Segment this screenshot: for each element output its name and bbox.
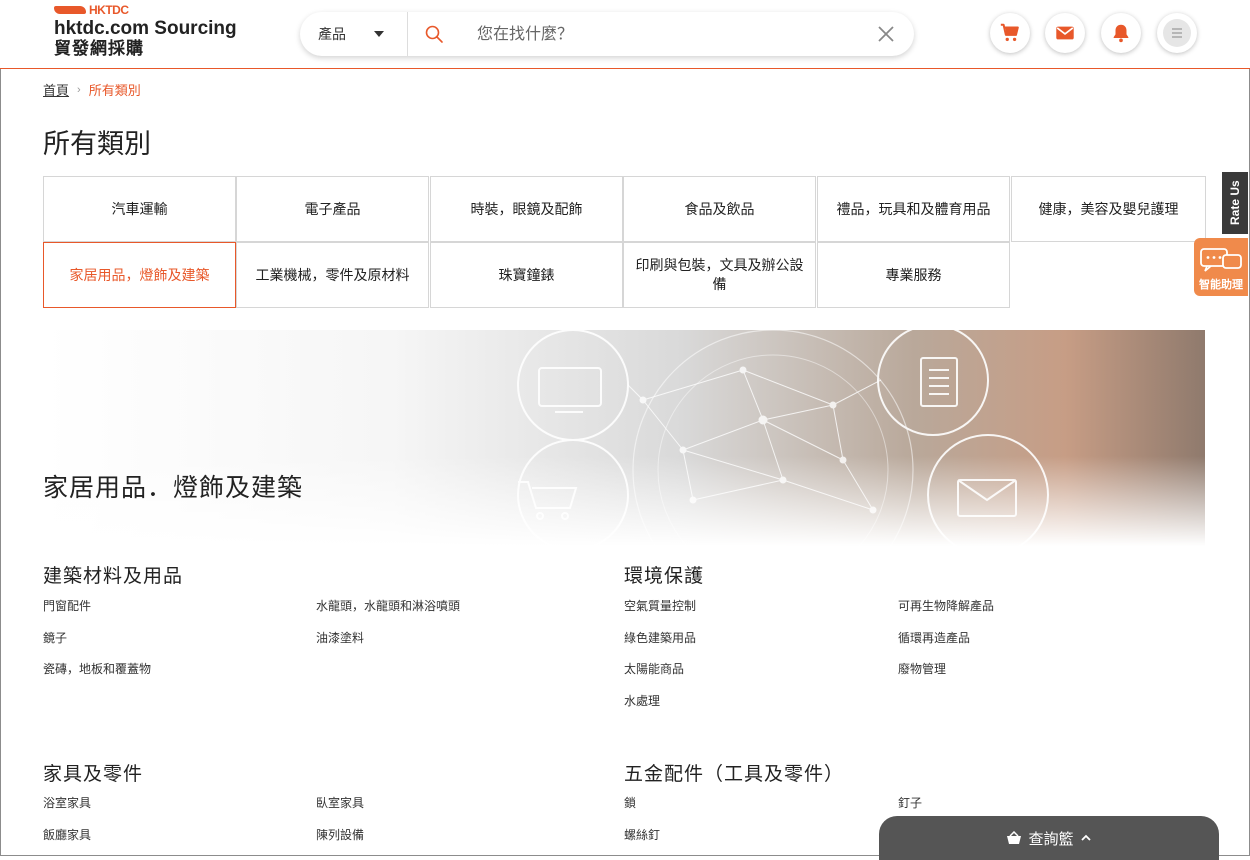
category-tab[interactable]: 珠寶鐘錶 (430, 242, 623, 308)
category-tab[interactable]: 印刷與包裝，文具及辦公設備 (623, 242, 816, 308)
logo-name-en: hktdc.com Sourcing (54, 18, 237, 39)
subcategory-link[interactable]: 水龍頭，水龍頭和淋浴噴頭 (316, 597, 460, 614)
basket-label: 查詢籃 (1028, 830, 1074, 848)
subcategory-link[interactable]: 螺絲釘 (624, 826, 660, 843)
page-title: 所有類別 (43, 129, 151, 159)
section-title: 環境保護 (624, 566, 705, 587)
search-divider (407, 12, 408, 56)
bell-icon (1113, 24, 1129, 43)
category-tab-active[interactable]: 家居用品，燈飾及建築 (43, 242, 236, 308)
category-tab[interactable]: 專業服務 (817, 242, 1010, 308)
category-tab[interactable]: 食品及飲品 (623, 176, 816, 242)
subcategory-section: 家具及零件 浴室家具 臥室家具 飯廳家具 陳列設備 (43, 759, 603, 849)
chevron-right-icon: › (77, 83, 81, 96)
subcategory-link[interactable]: 臥室家具 (316, 794, 364, 811)
subcategory-link[interactable]: 釘子 (898, 794, 922, 811)
subcategory-link[interactable]: 廢物管理 (898, 660, 946, 677)
subcategory-section: 環境保護 空氣質量控制 可再生物降解產品 綠色建築用品 循環再造產品 太陽能商品… (624, 561, 1184, 721)
search-category-select[interactable]: 產品 (318, 12, 346, 56)
section-title: 建築材料及用品 (43, 566, 184, 587)
subcategory-link[interactable]: 陳列設備 (316, 826, 364, 843)
category-tab[interactable]: 工業機械，零件及原材料 (236, 242, 429, 308)
close-icon[interactable] (876, 24, 896, 44)
message-button[interactable] (1045, 13, 1085, 53)
smart-assistant-button[interactable]: 智能助理 (1194, 238, 1248, 296)
subcategory-link[interactable]: 飯廳家具 (43, 826, 91, 843)
hktdc-logo-mark (54, 6, 86, 14)
logo-brand: HKTDC (89, 3, 129, 17)
enquiry-basket-button[interactable]: 查詢籃 (879, 816, 1219, 860)
top-header: HKTDC hktdc.com Sourcing 貿發網採購 產品 (0, 0, 1250, 69)
subcategory-link[interactable]: 循環再造產品 (898, 629, 970, 646)
menu-icon (1163, 19, 1191, 47)
assistant-label: 智能助理 (1199, 279, 1243, 291)
category-tab[interactable]: 電子產品 (236, 176, 429, 242)
category-tab[interactable]: 汽車運輸 (43, 176, 236, 242)
rate-us-tab[interactable]: Rate Us (1222, 172, 1248, 234)
subcategory-link[interactable]: 門窗配件 (43, 597, 91, 614)
cart-button[interactable] (990, 13, 1030, 53)
subcategory-link[interactable]: 鎖 (624, 794, 636, 811)
category-tab[interactable]: 健康，美容及嬰兒護理 (1011, 176, 1206, 242)
subcategory-link[interactable]: 浴室家具 (43, 794, 91, 811)
banner-title: 家居用品．燈飾及建築 (43, 474, 304, 502)
network-illustration (517, 330, 1049, 546)
subcategory-link[interactable]: 太陽能商品 (624, 660, 684, 677)
subcategory-link[interactable]: 油漆塗料 (316, 629, 364, 646)
subcategory-link[interactable]: 瓷磚，地板和覆蓋物 (43, 660, 151, 677)
section-title: 五金配件（工具及零件） (624, 764, 845, 785)
search-input[interactable] (475, 21, 839, 49)
category-tab[interactable]: 時裝，眼鏡及配飾 (430, 176, 623, 242)
search-category-label: 產品 (318, 26, 346, 42)
subcategory-link[interactable]: 可再生物降解產品 (898, 597, 994, 614)
section-title: 家具及零件 (43, 764, 144, 785)
breadcrumb-current: 所有類別 (88, 83, 141, 98)
breadcrumb: 首頁 › 所有類別 (43, 80, 141, 99)
menu-button[interactable] (1157, 13, 1197, 53)
subcategory-link[interactable]: 鏡子 (43, 629, 67, 646)
category-banner: 家居用品．燈飾及建築 (43, 330, 1205, 546)
breadcrumb-home-link[interactable]: 首頁 (43, 80, 69, 99)
mail-icon (1056, 26, 1074, 40)
site-logo[interactable]: HKTDC hktdc.com Sourcing 貿發網採購 (54, 4, 237, 58)
cart-icon (1000, 23, 1019, 42)
subcategory-link[interactable]: 空氣質量控制 (624, 597, 696, 614)
search-icon[interactable] (424, 24, 444, 44)
chevron-down-icon[interactable] (374, 31, 384, 37)
chevron-up-icon (1080, 834, 1091, 841)
subcategory-link[interactable]: 綠色建築用品 (624, 629, 696, 646)
logo-name-zh: 貿發網採購 (54, 39, 144, 58)
subcategory-link[interactable]: 水處理 (624, 692, 660, 709)
subcategory-section: 建築材料及用品 門窗配件 水龍頭，水龍頭和淋浴噴頭 鏡子 油漆塗料 瓷磚，地板和… (43, 561, 603, 711)
category-tab[interactable]: 禮品，玩具和及體育用品 (817, 176, 1010, 242)
notification-button[interactable] (1101, 13, 1141, 53)
basket-icon (1007, 831, 1022, 844)
chat-bubble-icon (1200, 248, 1242, 272)
search-bar: 產品 (300, 12, 914, 56)
